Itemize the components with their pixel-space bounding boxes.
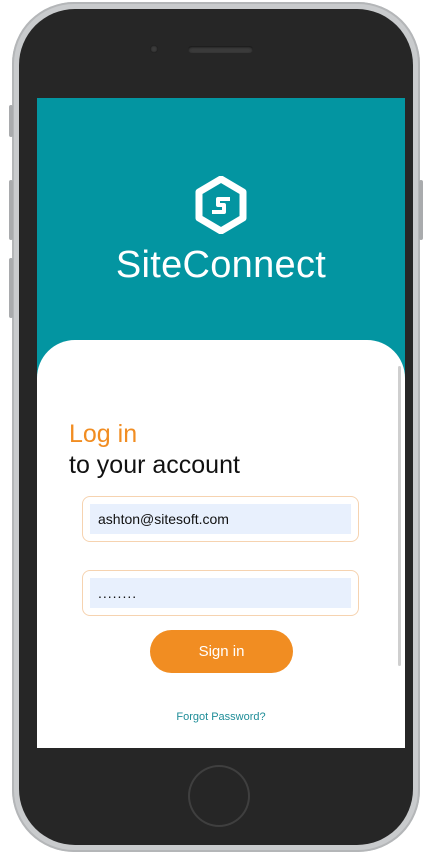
- email-field[interactable]: [90, 504, 351, 534]
- password-field[interactable]: [90, 578, 351, 608]
- earpiece-speaker: [188, 46, 253, 53]
- volume-down-button: [9, 258, 13, 318]
- app-title: SiteConnect: [115, 244, 327, 286]
- scrollbar[interactable]: [398, 366, 401, 666]
- login-heading-main: to your account: [69, 451, 240, 479]
- forgot-password-link[interactable]: Forgot Password?: [37, 711, 405, 723]
- sign-in-button[interactable]: Sign in: [150, 630, 293, 673]
- mute-switch: [9, 105, 13, 137]
- password-field-wrapper: [82, 570, 359, 616]
- app-screen: SiteConnect Log in to your account Sign …: [37, 98, 405, 748]
- home-button[interactable]: [188, 765, 250, 827]
- login-card: Log in to your account Sign in: [37, 340, 405, 748]
- siteconnect-logo-icon: [195, 176, 247, 234]
- email-field-wrapper: [82, 496, 359, 542]
- brand-header: SiteConnect: [37, 98, 405, 378]
- volume-up-button: [9, 180, 13, 240]
- front-camera: [150, 45, 158, 53]
- power-button: [419, 180, 423, 240]
- login-heading-accent: Log in: [69, 420, 138, 448]
